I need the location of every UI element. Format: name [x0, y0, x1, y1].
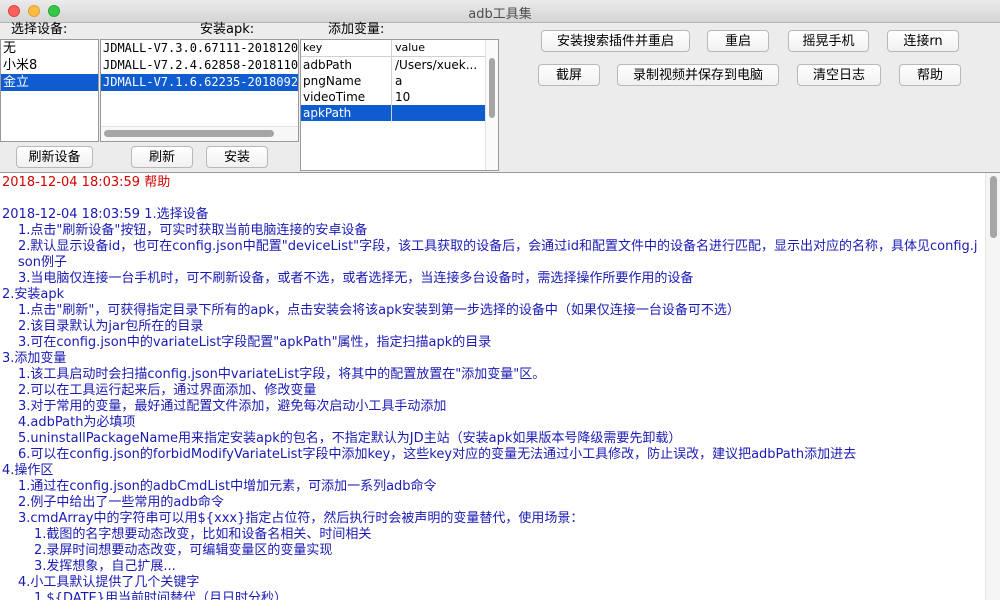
log-line: 2018-12-04 18:03:59 1.选择设备 [2, 207, 209, 222]
apk-item[interactable]: JDMALL-V7.3.0.67111-2018120 [101, 40, 298, 57]
window-title: adb工具集 [468, 7, 532, 22]
apk-list-horizontal-scrollbar[interactable] [101, 126, 298, 141]
log-line: 3.可在config.json中的variateList字段配置"apkPath… [18, 335, 492, 350]
variable-key[interactable]: adbPath [301, 57, 392, 73]
device-item[interactable]: 无 [1, 40, 98, 57]
log-output-area[interactable]: 2018-12-04 18:03:59 帮助 2018-12-04 18:03:5… [0, 172, 1000, 600]
log-line: 2.默认显示设备id，也可在config.json中配置"deviceList"… [18, 239, 978, 270]
help-button[interactable]: 帮助 [899, 64, 961, 86]
variable-value[interactable]: a [392, 73, 481, 89]
variable-value[interactable]: 10 [392, 89, 481, 105]
variable-key[interactable]: apkPath [301, 105, 392, 121]
install-apk-button[interactable]: 安装 [206, 146, 268, 168]
log-line: 1.该工具启动时会扫描config.json中variateList字段，将其中… [18, 367, 546, 382]
log-line: 1.点击"刷新设备"按钮，可实时获取当前电脑连接的安卓设备 [18, 223, 368, 238]
log-line: 3.对于常用的变量，最好通过配置文件添加，避免每次启动小工具手动添加 [18, 399, 447, 414]
title-bar: adb工具集 [0, 0, 1000, 23]
install-search-plugin-button[interactable]: 安装搜索插件并重启 [541, 30, 690, 52]
log-line: 1.${DATE}用当前时间替代（月日时分秒） [34, 591, 288, 600]
record-video-button[interactable]: 录制视频并保存到电脑 [617, 64, 779, 86]
log-line: 1.截图的名字想要动态改变，比如和设备名相关、时间相关 [34, 527, 372, 542]
screenshot-button[interactable]: 截屏 [538, 64, 600, 86]
log-line: 2.该目录默认为jar包所在的目录 [18, 319, 204, 334]
log-line: 3.cmdArray中的字符串可以用${xxx}指定占位符，然后执行时会被声明的… [18, 511, 584, 526]
variables-label: 添加变量: [328, 22, 385, 37]
variable-value[interactable]: /Users/xuek... [392, 57, 481, 73]
variable-value[interactable] [392, 105, 481, 121]
refresh-devices-button[interactable]: 刷新设备 [16, 146, 93, 168]
log-line: 4.操作区 [2, 463, 54, 478]
refresh-apks-button[interactable]: 刷新 [131, 146, 193, 168]
device-item-selected[interactable]: 金立 [1, 74, 98, 91]
log-line: 2.例子中给出了一些常用的adb命令 [18, 495, 224, 510]
log-line: 4.小工具默认提供了几个关键字 [18, 575, 200, 590]
log-text: 2018-12-04 18:03:59 帮助 2018-12-04 18:03:5… [2, 175, 984, 600]
value-column-header[interactable]: value [392, 40, 481, 56]
table-row-selected[interactable]: apkPath [301, 105, 498, 121]
restart-button[interactable]: 重启 [707, 30, 769, 52]
device-list[interactable]: 无 小米8 金立 [0, 39, 99, 142]
table-row[interactable]: adbPath /Users/xuek... [301, 57, 498, 73]
apks-label: 安装apk: [200, 22, 255, 37]
log-vertical-scrollbar[interactable] [985, 173, 1000, 600]
key-column-header[interactable]: key [301, 40, 392, 56]
devices-label: 选择设备: [11, 22, 68, 37]
apk-item-selected[interactable]: JDMALL-V7.1.6.62235-2018092 [101, 74, 298, 91]
device-item[interactable]: 小米8 [1, 57, 98, 74]
log-line: 4.adbPath为必填项 [18, 415, 136, 430]
scrollbar-thumb[interactable] [990, 176, 997, 238]
connect-rn-button[interactable]: 连接rn [887, 30, 959, 52]
apk-item[interactable]: JDMALL-V7.2.4.62858-2018110 [101, 57, 298, 74]
log-line: 2.录屏时间想要动态改变，可编辑变量区的变量实现 [34, 543, 333, 558]
log-line: 2.安装apk [2, 287, 65, 302]
variables-vertical-scrollbar[interactable] [485, 40, 498, 170]
variable-key[interactable]: pngName [301, 73, 392, 89]
log-line: 1.点击"刷新"，可获得指定目录下所有的apk，点击安装会将该apk安装到第一步… [18, 303, 740, 318]
log-line: 6.可以在config.json的forbidModifyVariateList… [18, 447, 857, 462]
log-line: 2018-12-04 18:03:59 帮助 [2, 175, 171, 190]
variables-table[interactable]: key value adbPath /Users/xuek... pngName… [300, 39, 499, 171]
variables-table-header: key value [301, 40, 498, 57]
table-row[interactable]: pngName a [301, 73, 498, 89]
shake-phone-button[interactable]: 摇晃手机 [788, 30, 869, 52]
log-line: 1.通过在config.json的adbCmdList中增加元素，可添加一系列a… [18, 479, 437, 494]
log-line: 5.uninstallPackageName用来指定安装apk的包名，不指定默认… [18, 431, 682, 446]
log-line: 2.可以在工具运行起来后，通过界面添加、修改变量 [18, 383, 317, 398]
table-row[interactable]: videoTime 10 [301, 89, 498, 105]
clear-log-button[interactable]: 清空日志 [797, 64, 881, 86]
log-line: 3.发挥想象，自己扩展... [34, 559, 176, 574]
scrollbar-thumb[interactable] [489, 58, 495, 118]
scrollbar-thumb[interactable] [104, 130, 274, 137]
apk-list[interactable]: JDMALL-V7.3.0.67111-2018120 JDMALL-V7.2.… [100, 39, 299, 142]
log-line: 3.添加变量 [2, 351, 67, 366]
log-line: 3.当电脑仅连接一台手机时，可不刷新设备，或者不选，或者选择无，当连接多台设备时… [18, 271, 694, 286]
variable-key[interactable]: videoTime [301, 89, 392, 105]
